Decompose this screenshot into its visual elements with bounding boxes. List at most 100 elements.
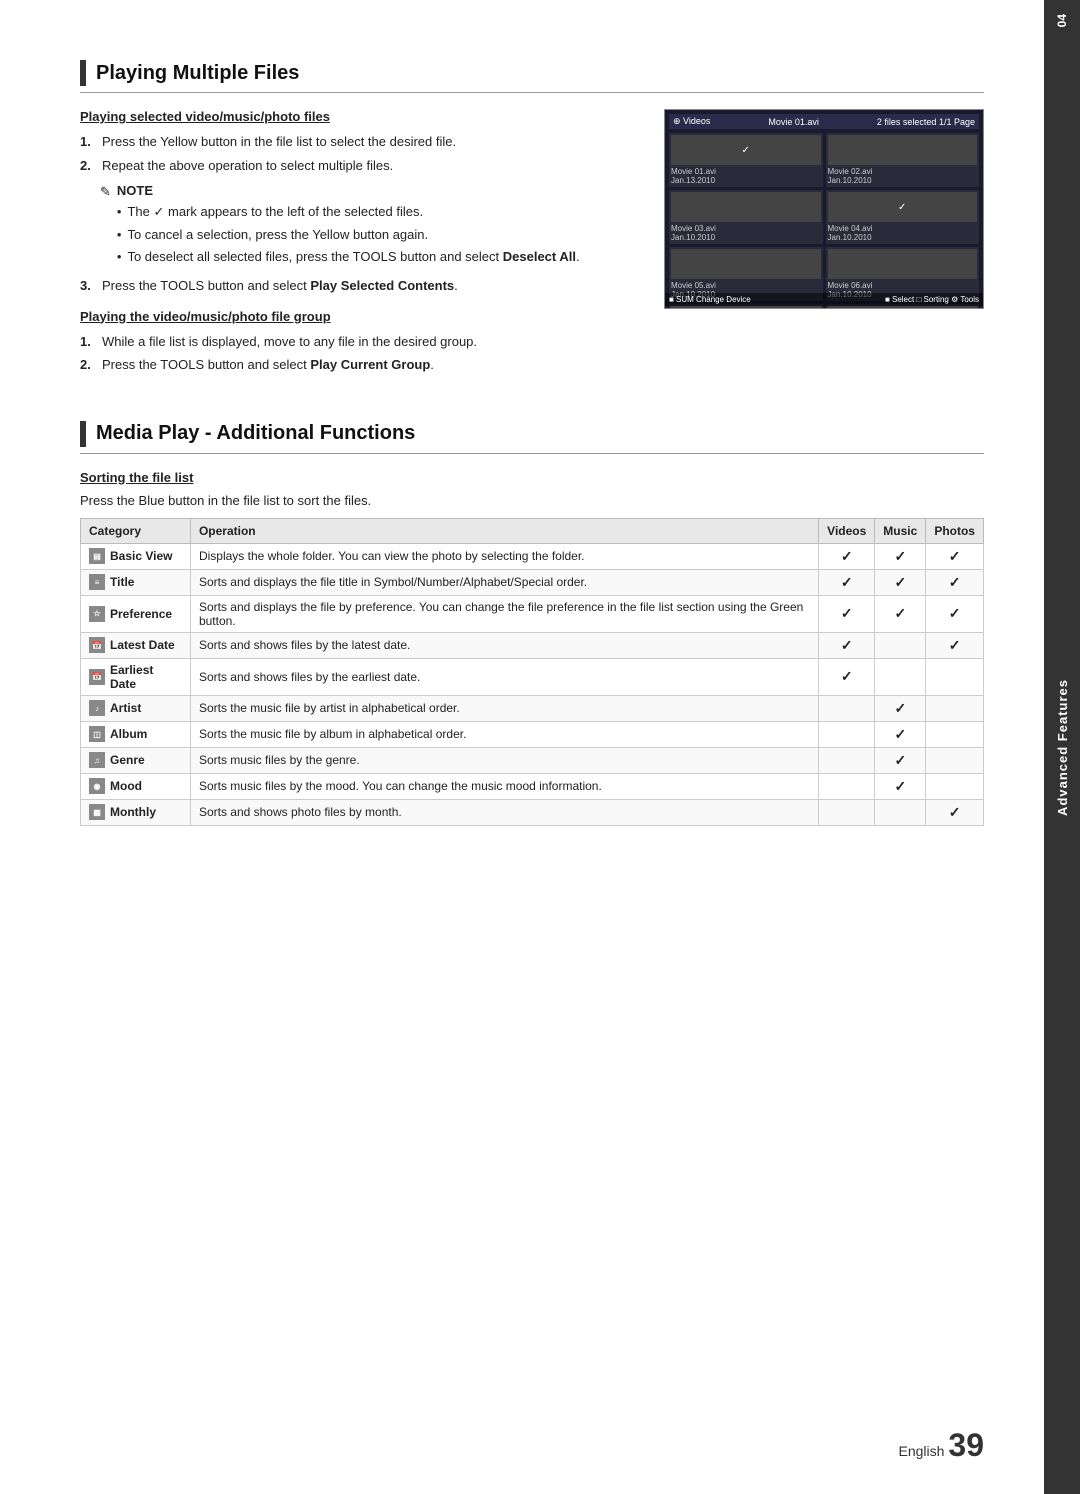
videos-cell-4: ✓ [819,658,875,695]
table-header-row: Category Operation Videos Music Photos [81,518,984,543]
subsection2: Playing the video/music/photo file group… [80,309,644,375]
category-cell-0: ▤Basic View [81,543,191,569]
footer-pagenum: 39 [948,1427,984,1464]
screenshot-item-2: Movie 02.aviJan.10.2010 [826,133,980,187]
category-cell-7: ♫Genre [81,747,191,773]
right-col: ⊕ Videos Movie 01.avi 2 files selected 1… [664,109,984,391]
table-row: ▤Basic ViewDisplays the whole folder. Yo… [81,543,984,569]
category-cell-9: ▦Monthly [81,799,191,825]
table-row: 📅Latest DateSorts and shows files by the… [81,632,984,658]
screenshot-icon: ⊕ Videos [673,116,710,127]
check-1: ✓ [742,145,750,156]
table-row: ☆PreferenceSorts and displays the file b… [81,595,984,632]
videos-cell-3: ✓ [819,632,875,658]
music-cell-3 [875,632,926,658]
photos-cell-9: ✓ [926,799,984,825]
section2-title: Media Play - Additional Functions [96,422,415,445]
videos-cell-9 [819,799,875,825]
two-col-layout: Playing selected video/music/photo files… [80,109,984,391]
note-icon: ✎ [100,184,111,200]
chapter-num: 04 [1055,14,1069,27]
step-2-1: 1. While a file list is displayed, move … [80,332,644,352]
subsection1: Playing selected video/music/photo files… [80,109,644,293]
section2-spacing: Media Play - Additional Functions Sortin… [80,421,984,826]
category-cell-5: ♪Artist [81,695,191,721]
section2-bar [80,421,86,447]
sort-title: Sorting the file list [80,470,984,485]
photos-cell-2: ✓ [926,595,984,632]
music-cell-7: ✓ [875,747,926,773]
note-bullet-3: To deselect all selected files, press th… [117,247,580,267]
thumb-6 [828,249,978,279]
side-tab-text: Advanced Features [1055,679,1070,816]
section1-header: Playing Multiple Files [80,60,984,93]
table-row: 📅Earliest DateSorts and shows files by t… [81,658,984,695]
subsection2-title: Playing the video/music/photo file group [80,309,644,324]
operation-cell-4: Sorts and shows files by the earliest da… [190,658,818,695]
screenshot-filename: Movie 01.avi [768,117,819,127]
sort-subsection: Sorting the file list Press the Blue but… [80,470,984,826]
music-cell-2: ✓ [875,595,926,632]
thumb-1: ✓ [671,135,821,165]
music-cell-9 [875,799,926,825]
col-photos: Photos [926,518,984,543]
operation-cell-1: Sorts and displays the file title in Sym… [190,569,818,595]
photos-cell-0: ✓ [926,543,984,569]
videos-cell-2: ✓ [819,595,875,632]
videos-cell-8 [819,773,875,799]
thumb-8 [828,306,978,309]
category-cell-8: ◉Mood [81,773,191,799]
videos-cell-7 [819,747,875,773]
step-2: 2. Repeat the above operation to select … [80,156,644,176]
thumb-7 [671,306,821,309]
thumb-3 [671,192,821,222]
operation-cell-6: Sorts the music file by album in alphabe… [190,721,818,747]
category-cell-2: ☆Preference [81,595,191,632]
operation-cell-0: Displays the whole folder. You can view … [190,543,818,569]
category-cell-3: 📅Latest Date [81,632,191,658]
music-cell-4 [875,658,926,695]
photos-cell-7 [926,747,984,773]
category-cell-6: ◫Album [81,721,191,747]
section1-bar [80,60,86,86]
videos-cell-5 [819,695,875,721]
info-4: Movie 04.aviJan.10.2010 [828,224,978,242]
operation-cell-7: Sorts music files by the genre. [190,747,818,773]
operation-cell-5: Sorts the music file by artist in alphab… [190,695,818,721]
screenshot-item-3: Movie 03.aviJan.10.2010 [669,190,823,244]
section1-title: Playing Multiple Files [96,62,299,85]
operation-cell-3: Sorts and shows files by the latest date… [190,632,818,658]
videos-cell-6 [819,721,875,747]
operation-cell-9: Sorts and shows photo files by month. [190,799,818,825]
col-operation: Operation [190,518,818,543]
footer-english: English [898,1443,944,1459]
info-2: Movie 02.aviJan.10.2010 [828,167,978,185]
screenshot-grid: ✓ Movie 01.aviJan.13.2010 Movie 02.aviJa… [669,133,979,309]
photos-cell-1: ✓ [926,569,984,595]
sort-intro: Press the Blue button in the file list t… [80,493,984,508]
note-bullets: The ✓ mark appears to the left of the se… [117,202,580,267]
photos-cell-5 [926,695,984,721]
left-col: Playing selected video/music/photo files… [80,109,644,391]
category-cell-4: 📅Earliest Date [81,658,191,695]
main-content: Playing Multiple Files Playing selected … [0,0,1044,1494]
steps-list-2: 1. While a file list is displayed, move … [80,332,644,375]
step3-container: 3. Press the TOOLS button and select Pla… [80,278,644,293]
videos-cell-0: ✓ [819,543,875,569]
section2-header: Media Play - Additional Functions [80,421,984,454]
table-body: ▤Basic ViewDisplays the whole folder. Yo… [81,543,984,825]
col-category: Category [81,518,191,543]
music-cell-6: ✓ [875,721,926,747]
operation-cell-2: Sorts and displays the file by preferenc… [190,595,818,632]
info-1: Movie 01.aviJan.13.2010 [671,167,821,185]
note-block: ✎ NOTE The ✓ mark appears to the left of… [100,183,644,270]
photos-cell-3: ✓ [926,632,984,658]
note-content: NOTE The ✓ mark appears to the left of t… [117,183,580,270]
music-cell-0: ✓ [875,543,926,569]
screenshot-item-4: ✓ Movie 04.aviJan.10.2010 [826,190,980,244]
page-container: Playing Multiple Files Playing selected … [0,0,1080,1494]
music-cell-1: ✓ [875,569,926,595]
step-3: 3. Press the TOOLS button and select Pla… [80,278,644,293]
screenshot-status: 2 files selected 1/1 Page [877,117,975,127]
screenshot-footer: ■ SUM Change Device ■ Select □ Sorting ⚙… [665,293,983,306]
